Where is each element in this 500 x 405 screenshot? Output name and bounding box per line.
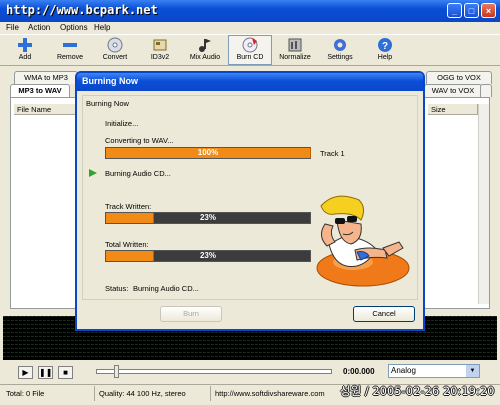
status-value: Burning Audio CD... bbox=[133, 284, 199, 293]
settings-label: Settings bbox=[327, 54, 353, 61]
watermark-stamp: 성원 / 2005-02-26 20:19:20 bbox=[340, 384, 495, 398]
play-arrow-icon bbox=[89, 169, 97, 177]
convert-icon bbox=[107, 37, 123, 53]
track-written-label: Track Written: bbox=[105, 202, 152, 211]
tab-wav-to-vox[interactable]: WAV to VOX bbox=[424, 84, 482, 97]
remove-icon bbox=[63, 43, 77, 47]
id3v2-button[interactable]: ID3v2 bbox=[138, 36, 182, 64]
play-icon[interactable]: ▶ bbox=[18, 366, 33, 379]
settings-button[interactable]: Settings bbox=[318, 36, 362, 64]
add-icon bbox=[18, 38, 32, 52]
track-written-percent: 23% bbox=[199, 213, 216, 222]
menu-file[interactable]: File bbox=[6, 23, 19, 32]
burning-dialog: Burning Now Burning Now Initialize... Co… bbox=[75, 71, 425, 331]
burn-cd-icon bbox=[242, 37, 258, 53]
id3v2-icon bbox=[153, 39, 167, 51]
initialize-text: Initialize... bbox=[105, 119, 139, 128]
dialog-title: Burning Now bbox=[82, 76, 138, 86]
total-written-progress-bar: 23% bbox=[105, 250, 311, 262]
status-url: http://www.softdivshareware.com bbox=[215, 389, 325, 398]
status-divider bbox=[210, 386, 211, 401]
converting-progress-percent: 100% bbox=[197, 148, 219, 157]
svg-text:?: ? bbox=[382, 41, 388, 52]
list-scrollbar[interactable] bbox=[478, 104, 489, 304]
close-icon[interactable]: × bbox=[481, 3, 496, 18]
total-written-label: Total Written: bbox=[105, 240, 149, 249]
tab-mp3-to-wav[interactable]: MP3 to WAV bbox=[10, 84, 70, 97]
normalize-label: Normalize bbox=[279, 54, 311, 61]
pause-icon[interactable]: ❚❚ bbox=[38, 366, 53, 379]
convert-button[interactable]: Convert bbox=[93, 36, 137, 64]
id3v2-label: ID3v2 bbox=[150, 54, 170, 61]
track-written-progress-bar: 23% bbox=[105, 212, 311, 224]
window-title: http://www.bcpark.net bbox=[6, 3, 158, 17]
track-label: Track 1 bbox=[320, 149, 345, 158]
burning-text: Burning Audio CD... bbox=[105, 169, 171, 178]
menu-options[interactable]: Options bbox=[60, 23, 88, 32]
tab-ogg-to-vox[interactable]: OGG to VOX bbox=[426, 71, 492, 84]
status-total: Total: 0 File bbox=[6, 389, 45, 398]
add-button[interactable]: Add bbox=[3, 36, 47, 64]
help-button[interactable]: ? Help bbox=[363, 36, 407, 64]
chevron-down-icon[interactable]: ▼ bbox=[466, 365, 479, 377]
total-written-percent: 23% bbox=[199, 251, 216, 260]
gear-icon bbox=[334, 39, 346, 51]
burn-button[interactable]: Burn bbox=[160, 306, 222, 322]
stop-icon[interactable]: ■ bbox=[58, 366, 73, 379]
converting-progress-bar: 100% bbox=[105, 147, 311, 159]
normalize-button[interactable]: Normalize bbox=[273, 36, 317, 64]
status-divider bbox=[94, 386, 95, 401]
menu-action[interactable]: Action bbox=[28, 23, 50, 32]
column-size[interactable]: Size bbox=[428, 104, 478, 115]
status-label: Status: bbox=[105, 284, 129, 293]
convert-label: Convert bbox=[102, 54, 128, 61]
remove-label: Remove bbox=[56, 54, 84, 61]
normalize-icon bbox=[288, 38, 302, 52]
status-quality: Quality: 44 100 Hz, stereo bbox=[99, 389, 186, 398]
minimize-icon[interactable]: _ bbox=[447, 3, 462, 18]
burn-cd-button[interactable]: Burn CD bbox=[228, 35, 272, 65]
mix-audio-icon bbox=[199, 39, 211, 52]
tab-more[interactable] bbox=[480, 84, 492, 97]
cancel-button[interactable]: Cancel bbox=[353, 306, 415, 322]
remove-button[interactable]: Remove bbox=[48, 36, 92, 64]
help-icon: ? bbox=[378, 38, 392, 52]
burning-mascot-illustration bbox=[316, 195, 410, 287]
converting-text: Converting to WAV... bbox=[105, 136, 174, 145]
burn-cd-label: Burn CD bbox=[236, 54, 264, 61]
help-label: Help bbox=[377, 54, 393, 61]
menu-help[interactable]: Help bbox=[94, 23, 110, 32]
tab-wma-to-mp3[interactable]: WMA to MP3 bbox=[14, 71, 78, 84]
seek-thumb[interactable] bbox=[114, 365, 119, 378]
time-readout: 0:00.000 bbox=[343, 367, 375, 376]
maximize-icon[interactable]: □ bbox=[464, 3, 479, 18]
seek-track[interactable] bbox=[96, 369, 332, 374]
mix-audio-button[interactable]: Mix Audio bbox=[183, 36, 227, 64]
add-label: Add bbox=[18, 54, 32, 61]
dialog-group-label: Burning Now bbox=[86, 99, 129, 108]
mix-audio-label: Mix Audio bbox=[189, 54, 221, 61]
